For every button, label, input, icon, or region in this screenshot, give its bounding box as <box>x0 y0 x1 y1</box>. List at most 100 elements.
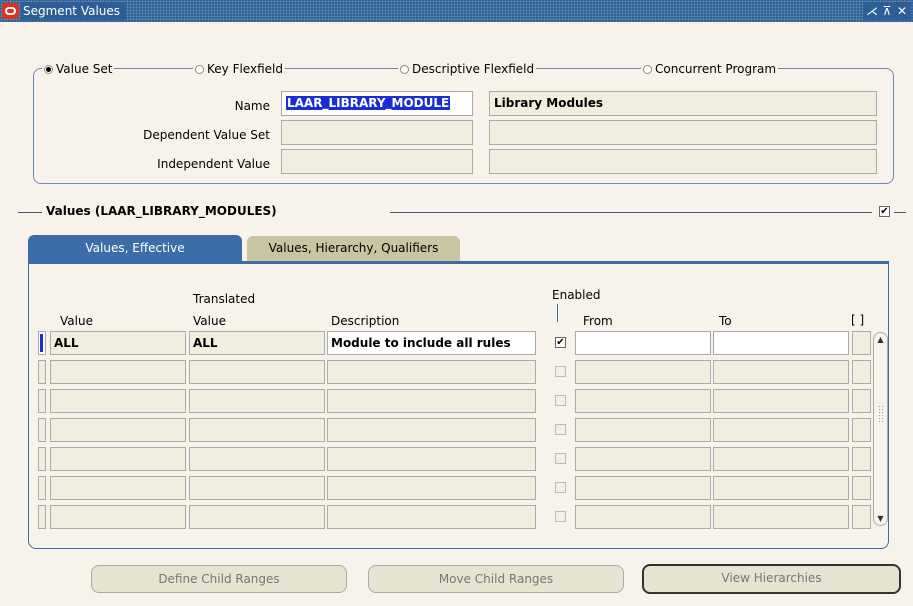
column-header-enabled: Enabled <box>552 288 601 302</box>
dff-cell[interactable] <box>852 331 871 355</box>
radio-key-flexfield[interactable]: Key Flexfield <box>193 61 285 77</box>
row-indicator[interactable] <box>38 389 46 413</box>
from-date-cell[interactable] <box>575 389 711 413</box>
scroll-thumb-grip-icon[interactable]: : :: :: : <box>874 404 887 424</box>
oracle-logo-icon <box>2 3 19 19</box>
radio-selected-icon <box>44 64 53 74</box>
from-date-cell[interactable] <box>575 360 711 384</box>
column-header-dff: [ ] <box>851 313 865 327</box>
name-input[interactable]: LAAR_LIBRARY_MODULE <box>281 91 473 116</box>
move-child-ranges-button[interactable]: Move Child Ranges <box>368 565 624 593</box>
radio-unselected-icon <box>643 64 652 74</box>
enabled-checkbox[interactable] <box>555 453 566 464</box>
dff-cell[interactable] <box>852 505 871 529</box>
to-date-cell[interactable] <box>713 331 849 355</box>
window-title: Segment Values <box>21 2 127 20</box>
section-rule <box>894 212 906 213</box>
enabled-checkbox[interactable] <box>555 366 566 377</box>
value-cell[interactable] <box>50 360 186 384</box>
dff-cell[interactable] <box>852 360 871 384</box>
records-scrollbar[interactable]: ▲ : :: :: : ▼ <box>873 332 888 526</box>
value-cell[interactable] <box>50 389 186 413</box>
translated-value-cell[interactable] <box>189 447 325 471</box>
window-titlebar[interactable] <box>0 0 913 22</box>
column-header-value: Value <box>60 314 93 328</box>
dff-cell[interactable] <box>852 447 871 471</box>
column-header-from: From <box>583 314 613 328</box>
translated-value-cell[interactable] <box>189 360 325 384</box>
value-cell[interactable] <box>50 447 186 471</box>
to-date-cell[interactable] <box>713 360 849 384</box>
enabled-checkbox[interactable] <box>555 395 566 406</box>
description-cell[interactable] <box>327 476 536 500</box>
view-hierarchies-button[interactable]: View Hierarchies <box>642 564 901 594</box>
row-indicator[interactable] <box>38 331 46 355</box>
from-date-cell[interactable] <box>575 447 711 471</box>
independent-value-label: Independent Value <box>157 157 270 171</box>
values-section-title: Values (LAAR_LIBRARY_MODULES) <box>44 204 279 218</box>
translated-value-cell[interactable] <box>189 505 325 529</box>
tab-values-hierarchy-qualifiers[interactable]: Values, Hierarchy, Qualifiers <box>247 236 460 261</box>
scroll-down-icon[interactable]: ▼ <box>874 514 887 523</box>
dependent-value-set-input[interactable] <box>281 120 473 145</box>
independent-value-input[interactable] <box>281 149 473 174</box>
scroll-up-icon[interactable]: ▲ <box>874 335 887 344</box>
radio-descriptive-flexfield[interactable]: Descriptive Flexfield <box>398 61 537 77</box>
enabled-checkbox[interactable] <box>555 511 566 522</box>
tab-values-effective[interactable]: Values, Effective <box>28 235 242 261</box>
from-date-cell[interactable] <box>575 331 711 355</box>
row-indicator[interactable] <box>38 505 46 529</box>
radio-unselected-icon <box>400 64 409 74</box>
from-date-cell[interactable] <box>575 418 711 442</box>
row-indicator[interactable] <box>38 418 46 442</box>
dff-cell[interactable] <box>852 418 871 442</box>
description-cell[interactable] <box>327 389 536 413</box>
description-cell[interactable] <box>327 447 536 471</box>
enabled-checkbox[interactable]: ✔ <box>555 337 566 348</box>
section-rule <box>390 212 872 213</box>
section-rule <box>18 212 42 213</box>
to-date-cell[interactable] <box>713 505 849 529</box>
dff-cell[interactable] <box>852 476 871 500</box>
name-description-field[interactable]: Library Modules <box>489 91 877 116</box>
from-date-cell[interactable] <box>575 476 711 500</box>
section-checkbox[interactable]: ✔ <box>879 206 890 217</box>
from-date-cell[interactable] <box>575 505 711 529</box>
description-cell[interactable] <box>327 418 536 442</box>
dependent-value-set-label: Dependent Value Set <box>143 128 270 142</box>
row-indicator[interactable] <box>38 447 46 471</box>
description-cell[interactable] <box>327 505 536 529</box>
value-cell[interactable] <box>50 505 186 529</box>
column-header-translated: Translated <box>193 292 256 306</box>
window-controls: ⋌ ⊼ ✕ <box>863 2 911 20</box>
enabled-checkbox[interactable] <box>555 424 566 435</box>
translated-value-cell[interactable] <box>189 476 325 500</box>
column-header-description: Description <box>331 314 400 328</box>
dependent-description-field[interactable] <box>489 120 877 145</box>
dff-cell[interactable] <box>852 389 871 413</box>
radio-concurrent-program[interactable]: Concurrent Program <box>641 61 779 77</box>
translated-value-cell[interactable] <box>189 389 325 413</box>
row-indicator[interactable] <box>38 476 46 500</box>
value-cell[interactable] <box>50 418 186 442</box>
column-header-to: To <box>719 314 732 328</box>
description-cell[interactable]: Module to include all rules <box>327 331 536 355</box>
to-date-cell[interactable] <box>713 389 849 413</box>
define-child-ranges-button[interactable]: Define Child Ranges <box>91 565 347 593</box>
minimize-icon[interactable]: ⋌ <box>865 2 879 20</box>
row-indicator[interactable] <box>38 360 46 384</box>
enabled-checkbox[interactable] <box>555 482 566 493</box>
value-cell[interactable] <box>50 476 186 500</box>
translated-value-cell[interactable] <box>189 418 325 442</box>
to-date-cell[interactable] <box>713 476 849 500</box>
to-date-cell[interactable] <box>713 447 849 471</box>
name-label: Name <box>234 99 270 113</box>
translated-value-cell[interactable]: ALL <box>189 331 325 355</box>
to-date-cell[interactable] <box>713 418 849 442</box>
maximize-icon[interactable]: ⊼ <box>880 2 894 20</box>
description-cell[interactable] <box>327 360 536 384</box>
close-icon[interactable]: ✕ <box>895 2 909 20</box>
independent-description-field[interactable] <box>489 149 877 174</box>
value-cell[interactable]: ALL <box>50 331 186 355</box>
radio-value-set[interactable]: Value Set <box>42 61 115 77</box>
